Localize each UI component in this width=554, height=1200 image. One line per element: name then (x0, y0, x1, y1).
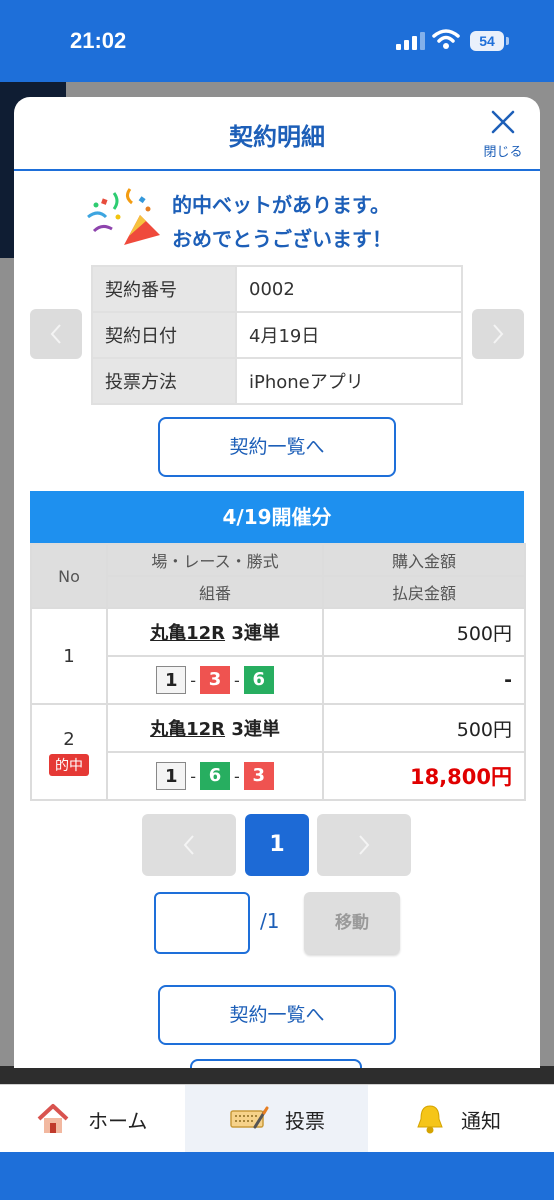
modal-title: 契約明細 (229, 123, 325, 151)
purchase-amount: 500円 (322, 607, 526, 657)
combo-separator: - (190, 670, 196, 690)
bet-no: 2 (63, 728, 75, 750)
partial-button[interactable] (190, 1059, 362, 1068)
contract-info-row: 契約日付 4月19日 (91, 311, 463, 359)
header-race: 場・レース・勝式 (106, 543, 324, 577)
combo-third: 3 (243, 762, 274, 790)
bet-table: No 場・レース・勝式 購入金額 組番 払戻金額 1 丸亀12R 3連単 500… (30, 543, 526, 801)
pager-prev-button[interactable] (142, 814, 236, 876)
wifi-icon (432, 29, 460, 49)
table-header-row: No 場・レース・勝式 購入金額 (30, 543, 526, 609)
contract-info-row: 契約番号 0002 (91, 265, 463, 313)
page-total: /1 (260, 909, 280, 933)
chevron-right-icon (359, 835, 370, 855)
move-button[interactable]: 移動 (304, 892, 400, 954)
header-payout: 払戻金額 (322, 575, 526, 609)
ticket-icon (230, 1106, 269, 1129)
home-icon (37, 1104, 69, 1133)
purchase-amount: 500円 (322, 703, 526, 753)
combo-separator: - (190, 766, 196, 786)
bet-no: 1 (63, 645, 75, 667)
payout-amount: 18,800円 (322, 751, 526, 801)
voting-method-value: iPhoneアプリ (235, 357, 463, 405)
tab-notifications[interactable]: 通知 (369, 1085, 554, 1153)
contract-detail-modal: 契約明細 閉じる 的中ベットがあります。 おめでとうございます！ 契約番号 00… (14, 97, 540, 1068)
table-row: 2 的中 丸亀12R 3連単 500円 (30, 703, 526, 801)
contract-number-label: 契約番号 (91, 265, 237, 313)
prev-contract-button[interactable] (30, 309, 82, 359)
contract-number-value: 0002 (235, 265, 463, 313)
payout-amount: - (322, 655, 526, 705)
signal-icon (396, 32, 426, 50)
battery-tip (506, 37, 509, 45)
header-purchase: 購入金額 (322, 543, 526, 577)
background-strip (0, 1066, 554, 1084)
contract-date-value: 4月19日 (235, 311, 463, 359)
race-link[interactable]: 丸亀12R (150, 623, 225, 644)
close-label: 閉じる (483, 145, 523, 160)
combo-separator: - (234, 670, 240, 690)
combo-cell: 1 - 3 - 6 (106, 655, 324, 705)
close-icon (491, 110, 515, 134)
combo-first: 1 (156, 762, 187, 790)
chevron-right-icon (493, 324, 504, 344)
contract-list-button-bottom[interactable]: 契約一覧へ (158, 985, 396, 1045)
congrats-line-1: 的中ベットがあります。 (172, 193, 390, 217)
bell-icon (417, 1105, 443, 1134)
combo-third: 6 (243, 666, 274, 694)
battery-icon: 54 (470, 31, 504, 51)
combo-cell: 1 - 6 - 3 (106, 751, 324, 801)
bet-no-cell: 2 的中 (30, 703, 108, 801)
congrats-message: 的中ベットがあります。 おめでとうございます！ (84, 183, 424, 253)
pager-next-button[interactable] (317, 814, 411, 876)
race-link[interactable]: 丸亀12R (150, 719, 225, 740)
contract-list-button[interactable]: 契約一覧へ (158, 417, 396, 477)
page-number-input[interactable] (154, 892, 250, 954)
combo: 1 - 6 - 3 (108, 762, 322, 790)
combo: 1 - 3 - 6 (108, 666, 322, 694)
payout-hit-value: 18,800円 (409, 765, 512, 789)
tab-home[interactable]: ホーム (0, 1085, 184, 1153)
race-date-header: 4/19開催分 (30, 491, 524, 543)
status-time: 21:02 (70, 28, 127, 53)
combo-separator: - (234, 766, 240, 786)
party-popper-icon (87, 188, 160, 245)
tab-vote-label: 投票 (285, 1109, 325, 1133)
bet-type: 3連単 (231, 623, 280, 644)
race-cell: 丸亀12R 3連単 (106, 607, 324, 657)
close-button[interactable]: 閉じる (476, 107, 530, 160)
voting-method-label: 投票方法 (91, 357, 237, 405)
contract-date-label: 契約日付 (91, 311, 237, 359)
bet-no-cell: 1 (30, 607, 108, 705)
tab-notifications-label: 通知 (461, 1109, 501, 1133)
hit-badge: 的中 (49, 753, 89, 776)
modal-header: 契約明細 閉じる (14, 97, 540, 171)
chevron-left-icon (50, 324, 61, 344)
contract-info-table: 契約番号 0002 契約日付 4月19日 投票方法 iPhoneアプリ (91, 265, 463, 405)
combo-first: 1 (156, 666, 187, 694)
status-bar: 21:02 54 (0, 0, 554, 82)
bet-type: 3連単 (231, 719, 280, 740)
next-contract-button[interactable] (472, 309, 524, 359)
tab-vote[interactable]: 投票 (185, 1085, 368, 1153)
congrats-line-2: おめでとうございます！ (172, 227, 392, 251)
tab-bar: ホーム 投票 通知 (0, 1084, 554, 1153)
race-cell: 丸亀12R 3連単 (106, 703, 324, 753)
pager-current-page[interactable]: 1 (245, 814, 309, 876)
contract-info-row: 投票方法 iPhoneアプリ (91, 357, 463, 405)
header-combo: 組番 (106, 575, 324, 609)
combo-second: 6 (200, 762, 230, 790)
table-row: 1 丸亀12R 3連単 500円 (30, 607, 526, 705)
tab-home-label: ホーム (88, 1109, 148, 1133)
combo-second: 3 (200, 666, 230, 694)
chevron-left-icon (183, 835, 194, 855)
header-no: No (30, 543, 108, 609)
bottom-bar (0, 1152, 554, 1200)
